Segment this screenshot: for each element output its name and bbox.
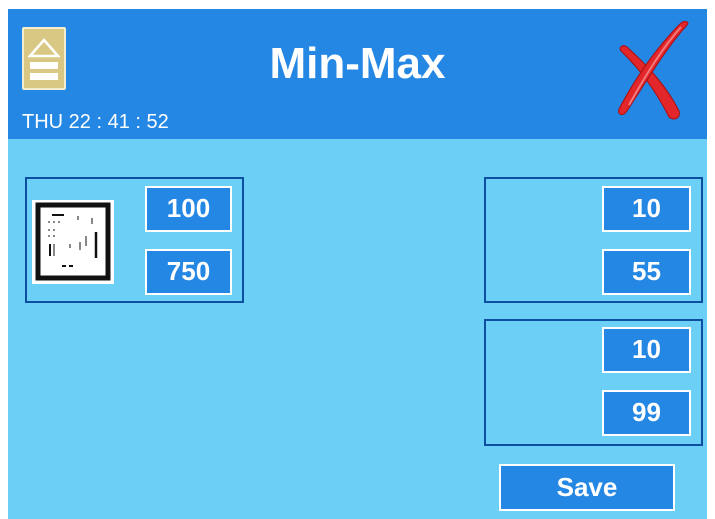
save-button[interactable]: Save [499,464,675,511]
close-icon[interactable] [615,21,691,123]
page-title: Min-Max [269,39,446,88]
max-value-field[interactable]: 99 [602,390,691,436]
min-value-field[interactable]: 10 [602,186,691,232]
header-bar: Min-Max THU 22 : 41 : 52 [8,9,707,139]
min-value-field[interactable]: 10 [602,327,691,373]
max-value-field[interactable]: 750 [145,249,232,295]
screen: Min-Max THU 22 : 41 : 52 100 750 10 55 1… [8,9,707,519]
clock-display: THU 22 : 41 : 52 [22,111,169,133]
max-value-field[interactable]: 55 [602,249,691,295]
sensor-group-3: 10 99 [484,319,703,446]
sensor-board-icon [35,202,111,281]
sensor-group-2: 10 55 [484,177,703,303]
min-value-field[interactable]: 100 [145,186,232,232]
sensor-board-thumbnail [32,200,114,284]
sensor-group-1: 100 750 [25,177,244,303]
